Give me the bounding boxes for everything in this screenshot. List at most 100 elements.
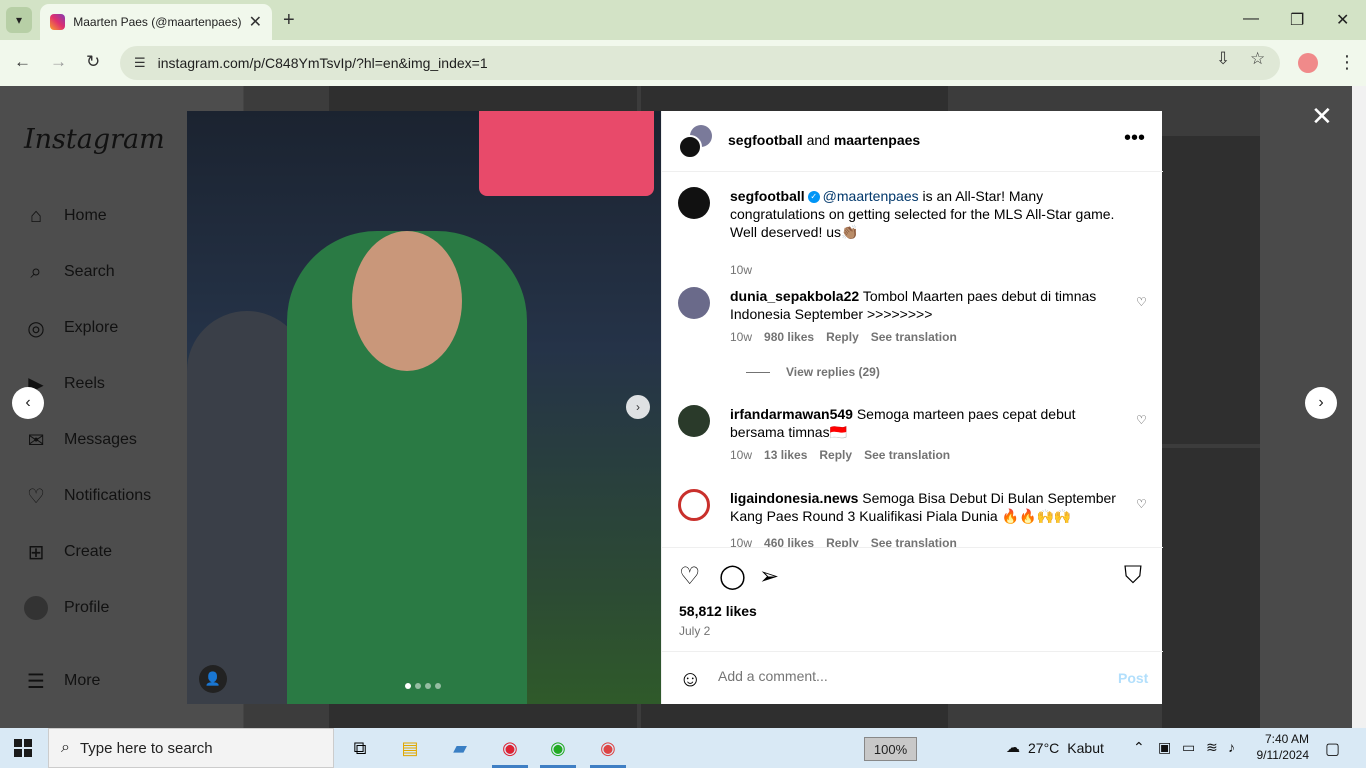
comment-time[interactable]: 10w <box>730 536 752 547</box>
comment-bubble-icon[interactable]: ◯ <box>719 562 746 591</box>
post-photo[interactable]: › 👤 <box>187 111 661 704</box>
more-options-icon[interactable]: ••• <box>1124 127 1145 150</box>
nav-profile[interactable]: Profile <box>24 593 109 623</box>
comment-username[interactable]: segfootball <box>730 188 805 204</box>
comment-username[interactable]: ligaindonesia.news <box>730 490 858 506</box>
site-info-icon[interactable]: ☰ <box>134 55 146 71</box>
emoji-icon[interactable]: ☺ <box>679 666 701 692</box>
comment-time[interactable]: 10w <box>730 263 752 277</box>
comment-like-icon[interactable]: ♡ <box>1136 497 1147 511</box>
close-modal-icon[interactable]: ✕ <box>1311 101 1333 132</box>
next-post-button[interactable]: › <box>1305 387 1337 419</box>
reload-button[interactable]: ↻ <box>86 52 100 72</box>
volume-icon[interactable]: ♪ <box>1228 739 1235 755</box>
comment-input[interactable] <box>718 668 1098 684</box>
restore-button[interactable]: ❐ <box>1290 10 1304 30</box>
chrome-profile-w-icon[interactable]: ◉ <box>546 736 570 760</box>
tab-search-button[interactable]: ▾ <box>6 7 32 33</box>
wifi-icon[interactable]: ≋ <box>1206 739 1218 756</box>
forward-button[interactable]: → <box>50 52 67 72</box>
minimize-button[interactable]: — <box>1243 10 1259 28</box>
zoom-indicator[interactable]: 100% <box>864 737 917 761</box>
comment-username[interactable]: dunia_sepakbola22 <box>730 288 859 304</box>
app-icon[interactable]: ▰ <box>448 736 472 760</box>
post-date[interactable]: July 2 <box>679 624 710 638</box>
post-comment-button[interactable]: Post <box>1118 670 1148 686</box>
comment-meta: 10w 460 likes Reply See translation <box>730 536 957 547</box>
avatar[interactable] <box>678 187 710 219</box>
browser-tab[interactable]: Maarten Paes (@maartenpaes) ✕ <box>40 4 272 40</box>
tray-icon[interactable]: ▣ <box>1158 739 1171 756</box>
nav-search[interactable]: ⌕ Search <box>24 257 114 287</box>
nav-home[interactable]: ⌂ Home <box>24 201 107 231</box>
taskbar-search[interactable]: ⌕ Type here to search <box>48 728 334 768</box>
comment-likes[interactable]: 980 likes <box>764 330 814 344</box>
likes-count[interactable]: 58,812 likes <box>679 603 757 619</box>
instagram-logo[interactable]: Instagram <box>24 124 165 155</box>
tray-chevron-icon[interactable]: ⌃ <box>1133 739 1145 756</box>
bookmark-star-icon[interactable]: ☆ <box>1250 49 1265 69</box>
nav-messages[interactable]: ✉ Messages <box>24 425 137 455</box>
author-link[interactable]: maartenpaes <box>834 132 920 148</box>
browser-profile-avatar[interactable] <box>1298 53 1318 73</box>
author-link[interactable]: segfootball <box>728 132 803 148</box>
file-explorer-icon[interactable]: ▤ <box>398 736 422 760</box>
windows-start-icon[interactable] <box>14 739 32 757</box>
weather-widget[interactable]: ☁ 27°C Kabut <box>1006 739 1104 756</box>
grid-tile <box>641 86 948 111</box>
comments-list[interactable]: segfootball ✓ @maartenpaes is an All-Star!… <box>662 173 1163 547</box>
reply-button[interactable]: Reply <box>826 536 859 547</box>
tab-close-icon[interactable]: ✕ <box>249 12 262 32</box>
reply-button[interactable]: Reply <box>819 448 852 462</box>
share-send-icon[interactable]: ➢ <box>759 562 779 591</box>
chrome-profile-r-icon[interactable]: ◉ <box>498 736 522 760</box>
like-heart-icon[interactable]: ♡ <box>679 562 701 591</box>
browser-menu-icon[interactable]: ⋮ <box>1338 52 1356 73</box>
new-tab-button[interactable]: + <box>283 9 295 32</box>
see-translation-button[interactable]: See translation <box>871 536 957 547</box>
notifications-center-icon[interactable]: ▢ <box>1325 739 1340 759</box>
nav-explore[interactable]: ◎ Explore <box>24 313 118 343</box>
photo-sign <box>479 111 654 196</box>
comment-like-icon[interactable]: ♡ <box>1136 295 1147 309</box>
nav-label: Reels <box>64 375 105 392</box>
carousel-dot <box>425 683 431 689</box>
comment-likes[interactable]: 13 likes <box>764 448 807 462</box>
close-window-button[interactable]: ✕ <box>1336 10 1349 30</box>
avatar[interactable] <box>678 489 710 521</box>
task-view-icon[interactable]: ⧉ <box>348 736 372 760</box>
mention-link[interactable]: @maartenpaes <box>823 188 919 204</box>
comment-time[interactable]: 10w <box>730 330 752 344</box>
url-text[interactable]: instagram.com/p/C848YmTsvIp/?hl=en&img_i… <box>158 55 488 71</box>
taskbar-clock[interactable]: 7:40 AM 9/11/2024 <box>1253 731 1310 763</box>
home-icon: ⌂ <box>29 204 43 227</box>
tagged-user-icon[interactable]: 👤 <box>199 665 227 693</box>
instagram-page: Instagram ⌂ Home ⌕ Search ◎ Explore ▶ Re… <box>0 86 1366 728</box>
chrome-active-icon[interactable]: ◉ <box>596 736 620 760</box>
see-translation-button[interactable]: See translation <box>864 448 950 462</box>
install-app-icon[interactable]: ⇩ <box>1216 49 1230 69</box>
comment-time[interactable]: 10w <box>730 448 752 462</box>
comment-likes[interactable]: 460 likes <box>764 536 814 547</box>
collab-avatars[interactable] <box>678 125 714 161</box>
nav-create[interactable]: ⊞ Create <box>24 537 112 567</box>
save-bookmark-icon[interactable]: ⛉ <box>1124 562 1142 590</box>
nav-notifications[interactable]: ♡ Notifications <box>24 481 151 511</box>
reply-button[interactable]: Reply <box>826 330 859 344</box>
clock-date: 9/11/2024 <box>1256 748 1310 762</box>
back-button[interactable]: ← <box>14 52 31 72</box>
comment-like-icon[interactable]: ♡ <box>1136 413 1147 427</box>
comment-username[interactable]: irfandarmawan549 <box>730 406 853 422</box>
view-replies-button[interactable]: View replies (29) <box>746 365 880 379</box>
avatar[interactable] <box>678 287 710 319</box>
profile-avatar <box>24 596 48 620</box>
carousel-next-icon[interactable]: › <box>626 395 650 419</box>
prev-post-button[interactable]: ‹ <box>12 387 44 419</box>
see-translation-button[interactable]: See translation <box>871 330 957 344</box>
page-scrollbar[interactable] <box>1352 86 1366 728</box>
omnibox[interactable]: ☰ instagram.com/p/C848YmTsvIp/?hl=en&img… <box>120 46 1280 80</box>
battery-icon[interactable]: ▭ <box>1182 739 1195 756</box>
avatar[interactable] <box>678 405 710 437</box>
caption-text: segfootball ✓ @maartenpaes is an All-Star!… <box>730 187 1125 241</box>
nav-more[interactable]: ☰ More <box>24 666 100 696</box>
